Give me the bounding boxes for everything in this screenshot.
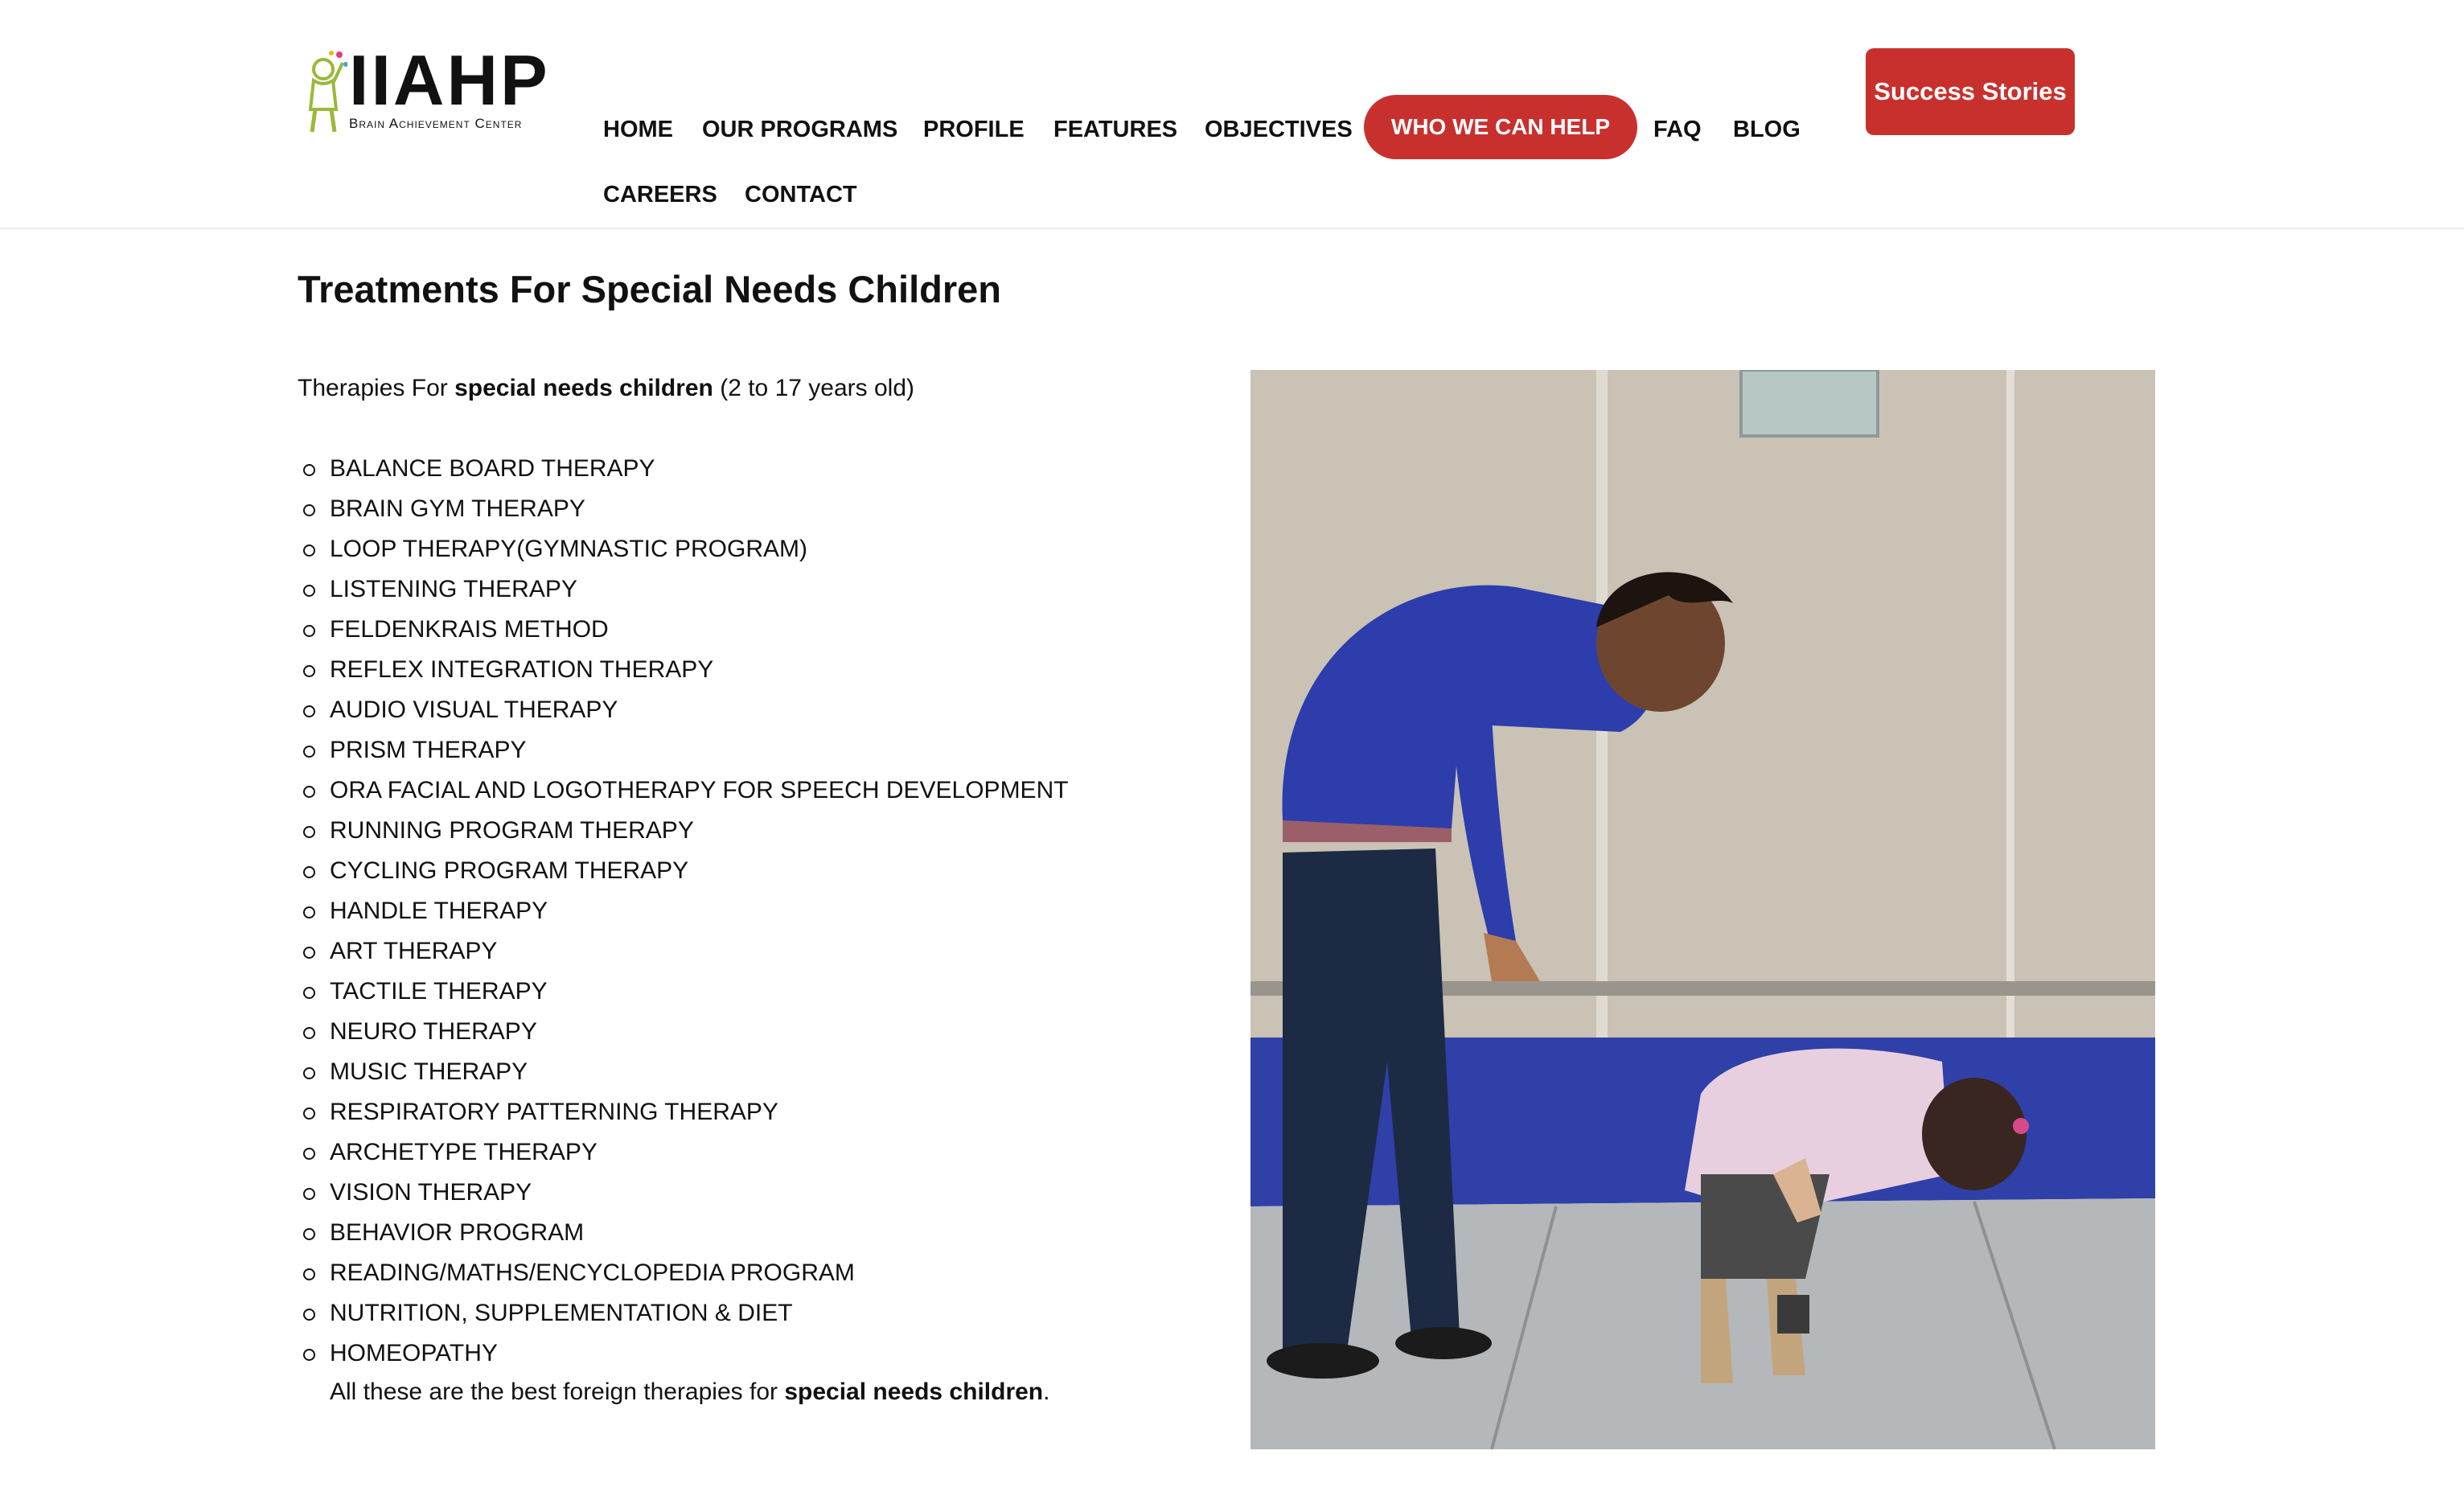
list-item: BALANCE BOARD THERAPY (298, 452, 1069, 492)
list-item: HANDLE THERAPY (298, 894, 1069, 935)
therapy-label: FELDENKRAIS METHOD (330, 616, 609, 643)
list-item: ART THERAPY (298, 935, 1069, 975)
therapy-label: PRISM THERAPY (330, 737, 527, 763)
therapy-label: LISTENING THERAPY (330, 576, 577, 602)
nav-features[interactable]: FEATURES (1053, 118, 1177, 142)
list-item: BEHAVIOR PROGRAM (298, 1216, 1069, 1256)
bullet-icon (303, 1349, 315, 1361)
therapy-label: BEHAVIOR PROGRAM (330, 1219, 585, 1246)
list-item: AUDIO VISUAL THERAPY (298, 693, 1069, 734)
bullet-icon (303, 625, 315, 637)
bullet-icon (303, 544, 315, 557)
therapy-list: BALANCE BOARD THERAPY BRAIN GYM THERAPY … (298, 452, 1069, 1377)
list-item: VISION THERAPY (298, 1176, 1069, 1216)
bullet-icon (303, 987, 315, 999)
therapy-label: READING/MATHS/ENCYCLOPEDIA PROGRAM (330, 1259, 855, 1286)
nav-profile[interactable]: PROFILE (923, 118, 1025, 142)
therapy-photo-illustration (1250, 370, 2155, 1449)
bullet-icon (303, 665, 315, 677)
nav-objectives[interactable]: OBJECTIVES (1205, 118, 1353, 142)
nav-home[interactable]: HOME (603, 118, 673, 142)
logo-subtitle: Brain Achievement Center (349, 116, 523, 131)
bullet-icon (303, 826, 315, 838)
therapy-label: BRAIN GYM THERAPY (330, 495, 585, 522)
site-logo[interactable]: IIAHP Brain Achievement Center (299, 40, 556, 135)
therapy-label: MUSIC THERAPY (330, 1058, 528, 1085)
success-stories-button[interactable]: Success Stories (1866, 48, 2075, 135)
closing-prefix: All these are the best foreign therapies… (330, 1379, 785, 1405)
bullet-icon (303, 906, 315, 918)
list-item: LISTENING THERAPY (298, 573, 1069, 613)
list-item: BRAIN GYM THERAPY (298, 492, 1069, 532)
therapy-label: VISION THERAPY (330, 1179, 532, 1206)
therapy-label: NEURO THERAPY (330, 1018, 537, 1045)
therapy-label: TACTILE THERAPY (330, 978, 548, 1005)
therapy-label: HANDLE THERAPY (330, 898, 548, 924)
nav-blog[interactable]: BLOG (1733, 118, 1801, 142)
therapy-label: ORA FACIAL AND LOGOTHERAPY FOR SPEECH DE… (330, 777, 1069, 803)
therapy-label: CYCLING PROGRAM THERAPY (330, 857, 689, 884)
list-item: PRISM THERAPY (298, 734, 1069, 774)
therapy-label: NUTRITION, SUPPLEMENTATION & DIET (330, 1300, 793, 1326)
therapy-label: AUDIO VISUAL THERAPY (330, 697, 618, 723)
child-figure-icon (308, 51, 347, 133)
nav-faq[interactable]: FAQ (1653, 118, 1702, 142)
therapy-label: LOOP THERAPY(GYMNASTIC PROGRAM) (330, 536, 807, 562)
therapy-label: RUNNING PROGRAM THERAPY (330, 817, 694, 844)
bullet-icon (303, 705, 315, 717)
list-item: REFLEX INTEGRATION THERAPY (298, 653, 1069, 693)
bullet-icon (303, 1268, 315, 1280)
bullet-icon (303, 464, 315, 476)
list-item: CYCLING PROGRAM THERAPY (298, 854, 1069, 894)
nav-who-we-can-help[interactable]: WHO WE CAN HELP (1364, 95, 1637, 159)
bullet-icon (303, 1067, 315, 1079)
list-item: HOMEOPATHY (298, 1337, 1069, 1377)
list-item: LOOP THERAPY(GYMNASTIC PROGRAM) (298, 532, 1069, 573)
list-item: NUTRITION, SUPPLEMENTATION & DIET (298, 1296, 1069, 1337)
intro-text: Therapies For special needs children (2 … (298, 375, 914, 402)
list-item: RESPIRATORY PATTERNING THERAPY (298, 1095, 1069, 1136)
bullet-icon (303, 1107, 315, 1120)
therapy-label: ART THERAPY (330, 938, 498, 964)
list-item: FELDENKRAIS METHOD (298, 613, 1069, 653)
logo-wordmark: IIAHP (349, 40, 550, 120)
bullet-icon (303, 1188, 315, 1200)
closing-bold: special needs children (784, 1379, 1044, 1405)
bullet-icon (303, 866, 315, 878)
bullet-icon (303, 1228, 315, 1240)
list-item: NEURO THERAPY (298, 1015, 1069, 1055)
intro-bold: special needs children (454, 375, 713, 401)
intro-prefix: Therapies For (298, 375, 455, 401)
closing-text: All these are the best foreign therapies… (330, 1379, 1049, 1406)
therapy-label: HOMEOPATHY (330, 1340, 498, 1366)
list-item: MUSIC THERAPY (298, 1055, 1069, 1095)
bullet-icon (303, 585, 315, 597)
bullet-icon (303, 786, 315, 798)
list-item: READING/MATHS/ENCYCLOPEDIA PROGRAM (298, 1256, 1069, 1296)
therapy-label: ARCHETYPE THERAPY (330, 1139, 598, 1165)
closing-suffix: . (1043, 1379, 1050, 1405)
list-item: ORA FACIAL AND LOGOTHERAPY FOR SPEECH DE… (298, 774, 1069, 814)
bullet-icon (303, 746, 315, 758)
therapy-label: BALANCE BOARD THERAPY (330, 455, 655, 482)
bullet-icon (303, 504, 315, 516)
bullet-icon (303, 1309, 315, 1321)
bullet-icon (303, 1148, 315, 1160)
list-item: TACTILE THERAPY (298, 975, 1069, 1015)
nav-contact[interactable]: CONTACT (745, 183, 857, 207)
list-item: RUNNING PROGRAM THERAPY (298, 814, 1069, 854)
nav-careers[interactable]: CAREERS (603, 183, 717, 207)
page-title: Treatments For Special Needs Children (298, 268, 1001, 310)
therapy-label: RESPIRATORY PATTERNING THERAPY (330, 1099, 778, 1125)
list-item: ARCHETYPE THERAPY (298, 1136, 1069, 1176)
bullet-icon (303, 1027, 315, 1039)
nav-our-programs[interactable]: OUR PROGRAMS (702, 118, 897, 142)
therapy-label: REFLEX INTEGRATION THERAPY (330, 656, 714, 683)
bullet-icon (303, 947, 315, 959)
site-header: IIAHP Brain Achievement Center HOME OUR … (0, 0, 2464, 229)
intro-suffix: (2 to 17 years old) (713, 375, 914, 401)
therapy-session-photo (1250, 370, 2155, 1449)
